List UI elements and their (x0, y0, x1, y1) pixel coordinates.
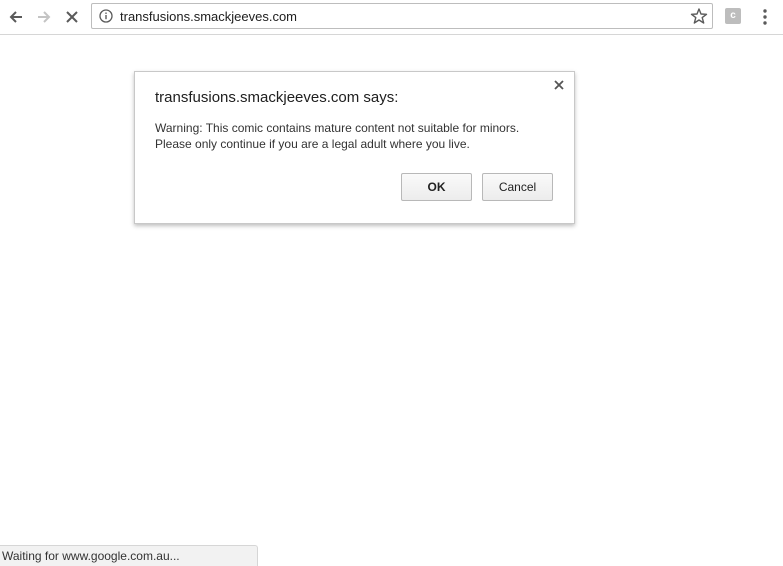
status-text: Waiting for www.google.com.au... (2, 549, 180, 563)
dialog-message-line: Warning: This comic contains mature cont… (155, 121, 520, 135)
arrow-right-icon (38, 11, 51, 23)
stop-button[interactable] (60, 5, 84, 29)
dialog-title: transfusions.smackjeeves.com says: (155, 89, 399, 106)
back-button[interactable] (4, 5, 28, 29)
browser-toolbar: transfusions.smackjeeves.com c (0, 0, 783, 35)
url-text[interactable]: transfusions.smackjeeves.com (120, 9, 297, 24)
close-icon[interactable] (553, 79, 565, 91)
extension-icon[interactable]: c (725, 8, 741, 24)
status-bubble: Waiting for www.google.com.au... (0, 545, 258, 566)
close-icon (66, 11, 78, 23)
ok-button[interactable]: OK (401, 173, 472, 201)
arrow-left-icon (9, 11, 22, 23)
forward-button[interactable] (32, 5, 56, 29)
address-bar[interactable]: transfusions.smackjeeves.com (91, 3, 713, 29)
vertical-dots-icon[interactable] (757, 7, 773, 27)
info-icon[interactable] (99, 9, 113, 23)
star-icon[interactable] (690, 7, 708, 25)
dialog-message-line: Please only continue if you are a legal … (155, 137, 470, 151)
dialog-message: Warning: This comic contains mature cont… (155, 120, 519, 152)
cancel-button[interactable]: Cancel (482, 173, 553, 201)
alert-dialog: transfusions.smackjeeves.com says: Warni… (134, 71, 575, 224)
